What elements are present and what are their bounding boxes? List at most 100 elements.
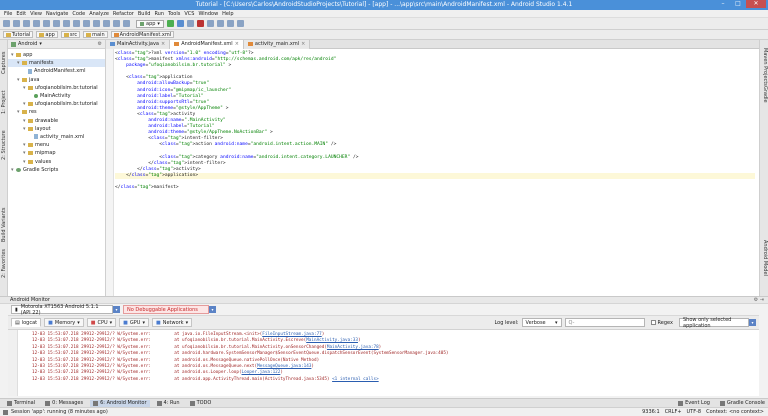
log-source-link[interactable]: FileInputStream.java:77 (262, 332, 322, 337)
breadcrumb-item[interactable]: Tutorial (3, 31, 34, 38)
tab-activity-main-xml[interactable]: activity_main.xml × (243, 39, 311, 49)
right-strip-gradle[interactable]: Gradle (762, 86, 768, 103)
redo-icon[interactable] (43, 20, 50, 27)
menu-window[interactable]: Window (198, 11, 218, 17)
menu-edit[interactable]: Edit (16, 11, 26, 17)
back-icon[interactable] (103, 20, 110, 27)
maximize-button[interactable]: □ (731, 0, 745, 8)
close-tab-icon[interactable]: × (235, 41, 239, 47)
stop-icon[interactable] (196, 20, 204, 27)
tree-item[interactable]: ▾ ufoqianobilsim.br.tutorial (8, 100, 105, 108)
menu-vcs[interactable]: VCS (184, 11, 194, 17)
tree-item[interactable]: ▾ layout (8, 125, 105, 133)
settings-gear-icon[interactable]: ⚙ ⇥ (754, 297, 764, 303)
regex-checkbox[interactable]: Regex (650, 320, 673, 326)
log-lines[interactable]: 12-03 15:53:07.218 29912-29912/? W/Syste… (32, 332, 449, 383)
tree-item[interactable]: AndroidManifest.xml (8, 67, 105, 75)
tab-mainactivity-java[interactable]: MainActivity.java × (106, 39, 171, 49)
sync-icon[interactable] (23, 20, 30, 27)
copy-icon[interactable] (63, 20, 70, 27)
undo-icon[interactable] (33, 20, 40, 27)
forward-icon[interactable] (113, 20, 120, 27)
find-icon[interactable] (83, 20, 90, 27)
bottom-tab-event-log[interactable]: Event Log (675, 400, 713, 407)
chevron-down-icon[interactable]: ▾ (39, 41, 42, 47)
project-view-select[interactable]: Android (18, 41, 37, 47)
tab-gpu[interactable]: ■ GPU ▾ (119, 318, 149, 327)
breadcrumb-item[interactable]: AndroidManifest.xml (110, 31, 175, 38)
file-encoding[interactable]: UTF-8 (687, 409, 702, 415)
cut-icon[interactable] (53, 20, 60, 27)
close-button[interactable]: ✕ (746, 0, 766, 8)
replace-icon[interactable] (93, 20, 100, 27)
tab-network[interactable]: ■ Network ▾ (151, 318, 193, 327)
left-strip-1-project[interactable]: 1: Project (1, 90, 7, 114)
tree-item[interactable]: ▾ res (8, 108, 105, 116)
close-tab-icon[interactable]: × (301, 41, 305, 47)
open-folder-icon[interactable] (3, 20, 10, 27)
close-tab-icon[interactable]: × (161, 41, 165, 47)
menu-build[interactable]: Build (138, 11, 151, 17)
tab-memory[interactable]: ■ Memory ▾ (44, 318, 84, 327)
breadcrumb-item[interactable]: src (60, 31, 81, 38)
bottom-tab-terminal[interactable]: Terminal (4, 400, 38, 407)
attach-debugger-icon[interactable] (186, 20, 194, 27)
settings-gear-icon[interactable]: ⚙ (98, 41, 102, 47)
log-search-input[interactable]: Q- (564, 318, 645, 327)
chevron-down-icon[interactable]: ▾ (209, 306, 216, 313)
chevron-down-icon[interactable]: ▾ (749, 319, 756, 326)
chevron-down-icon[interactable]: ▾ (113, 306, 120, 313)
menu-code[interactable]: Code (72, 11, 85, 17)
bottom-tab-4-run[interactable]: 4: Run (154, 400, 183, 407)
bottom-tab-6-android-monitor[interactable]: 6: Android Monitor (90, 399, 150, 407)
filter-select[interactable]: Show only selected application (679, 317, 749, 329)
menu-help[interactable]: Help (222, 11, 233, 17)
paste-icon[interactable] (73, 20, 80, 27)
tree-item[interactable]: ▾ app (8, 51, 105, 59)
caret-position[interactable]: 9336:1 (642, 409, 660, 415)
run-icon[interactable] (166, 20, 174, 27)
menu-refactor[interactable]: Refactor (113, 11, 134, 17)
log-source-link[interactable]: Looper.java:122 (242, 370, 281, 375)
log-source-link[interactable]: MainActivity.java:33 (306, 338, 358, 343)
bottom-tab-0-messages[interactable]: 0: Messages (42, 400, 86, 407)
tab-androidmanifest-xml[interactable]: AndroidManifest.xml × (170, 39, 244, 49)
breadcrumb-item[interactable]: main (83, 31, 108, 38)
tab-cpu[interactable]: ■ CPU ▾ (86, 318, 117, 327)
left-strip-captures[interactable]: Captures (1, 52, 7, 75)
run-config-select[interactable]: app ▾ (136, 19, 164, 28)
menu-view[interactable]: View (30, 11, 42, 17)
logcat-output[interactable]: 12-03 15:53:07.218 29912-29912/? W/Syste… (8, 330, 759, 396)
log-source-link[interactable]: MessageQueue.java:143 (257, 364, 311, 369)
tree-item[interactable]: ▾ java (8, 76, 105, 84)
log-source-link[interactable]: MainActivity.java:78 (327, 345, 379, 350)
avd-manager-icon[interactable] (206, 20, 214, 27)
help-icon[interactable] (236, 20, 244, 27)
sdk-manager-icon[interactable] (216, 20, 224, 27)
right-strip-android-model[interactable]: Android Model (762, 240, 768, 276)
debug-icon[interactable] (176, 20, 184, 27)
minimize-button[interactable]: – (716, 0, 730, 8)
tree-item[interactable]: ▾ Gradle Scripts (8, 166, 105, 174)
make-project-icon[interactable] (123, 20, 130, 27)
tab-logcat[interactable]: ▤ logcat (11, 318, 42, 327)
code-editor[interactable]: <class="tag">?xml version="1.0" encoding… (106, 49, 759, 296)
menu-navigate[interactable]: Navigate (46, 11, 68, 17)
line-separator[interactable]: CRLF+ (665, 409, 682, 415)
device-select[interactable]: ▮ Motorola XT1563 Android 5.1.1 (API 22) (11, 304, 113, 316)
android-device-monitor-icon[interactable] (226, 20, 234, 27)
breadcrumb-item[interactable]: app (36, 31, 58, 38)
log-level-select[interactable]: Verbose ▾ (521, 318, 562, 327)
left-strip-2-structure[interactable]: 2: Structure (1, 130, 7, 160)
menu-run[interactable]: Run (154, 11, 164, 17)
left-strip-build-variants[interactable]: Build Variants (1, 208, 7, 242)
left-strip-2-favorites[interactable]: 2: Favorites (1, 249, 7, 278)
code-content[interactable]: <class="tag">?xml version="1.0" encoding… (115, 51, 755, 191)
bottom-tab-todo[interactable]: TODO (187, 400, 215, 407)
tree-item[interactable]: ▾ ufoqianobilsim.br.tutorial (8, 84, 105, 92)
tree-item[interactable]: ▾ values (8, 157, 105, 165)
tree-item[interactable]: ▾ manifests (8, 59, 105, 68)
status-toggle-icon[interactable] (3, 409, 8, 415)
tree-item[interactable]: ▾ mipmap (8, 149, 105, 157)
tree-item[interactable]: activity_main.xml (8, 133, 105, 141)
